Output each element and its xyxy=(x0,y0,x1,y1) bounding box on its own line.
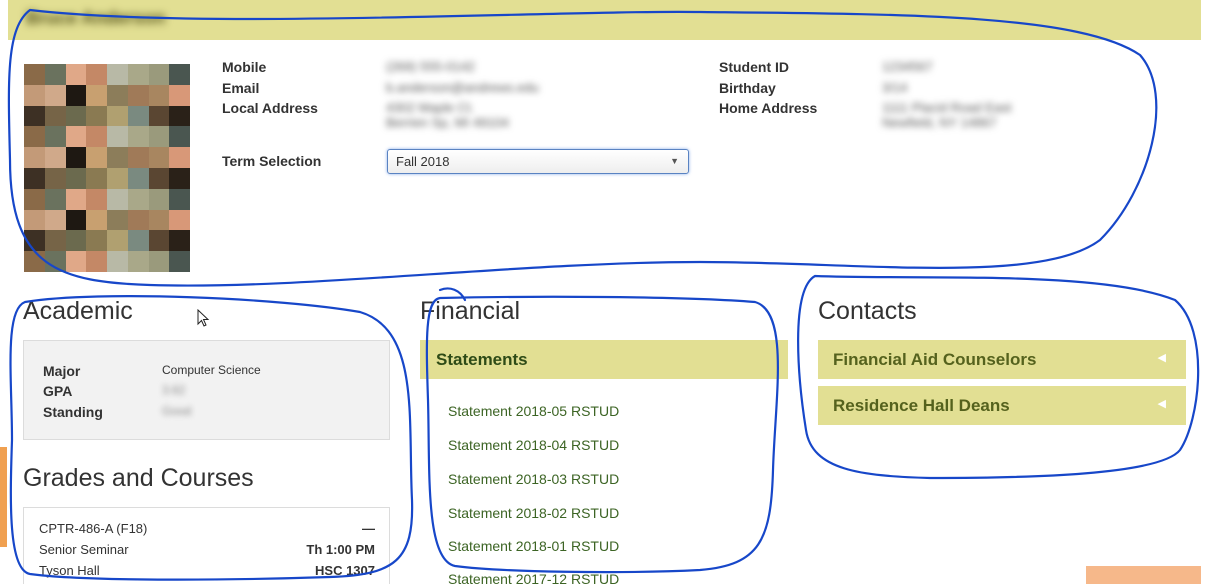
local-address-line2: Berrien Sp, MI 49104 xyxy=(386,115,509,130)
student-id-value: 1234567 xyxy=(882,59,933,74)
term-select-value: Fall 2018 xyxy=(396,154,450,169)
course-code-row: CPTR-486-A (F18) — xyxy=(39,521,375,541)
gpa-label: GPA xyxy=(43,383,73,399)
course-title: Senior Seminar xyxy=(39,542,129,557)
triangle-left-icon: ◀ xyxy=(1157,352,1166,364)
course-location-row: Tyson Hall HSC 1307 xyxy=(39,563,375,583)
course-card[interactable]: CPTR-486-A (F18) — Senior Seminar Th 1:0… xyxy=(23,507,390,584)
course-time: Th 1:00 PM xyxy=(306,542,375,557)
feedback-tab[interactable] xyxy=(0,447,7,547)
course-grade: — xyxy=(362,521,375,536)
academic-summary-card: Major Computer Science GPA 3.62 Standing… xyxy=(23,340,390,440)
course-title-row: Senior Seminar Th 1:00 PM xyxy=(39,542,375,562)
mouse-pointer-icon xyxy=(197,309,210,327)
gpa-value: 3.62 xyxy=(162,383,186,397)
residence-hall-deans-toggle[interactable]: Residence Hall Deans ◀ xyxy=(818,386,1186,425)
major-label: Major xyxy=(43,363,81,379)
standing-label: Standing xyxy=(43,404,103,420)
student-id-label: Student ID xyxy=(719,59,789,75)
statement-link[interactable]: Statement 2017-12 RSTUD xyxy=(448,571,619,584)
contact-group-label: Residence Hall Deans xyxy=(833,396,1010,415)
course-code: CPTR-486-A (F18) xyxy=(39,521,148,536)
contacts-heading: Contacts xyxy=(818,297,917,325)
academic-heading: Academic xyxy=(23,297,133,325)
mobile-label: Mobile xyxy=(222,59,267,75)
floating-action-button[interactable] xyxy=(1086,566,1201,584)
local-address-line1: 4302 Maple Ct. xyxy=(386,100,475,115)
home-address-line2: Newfield, NY 14867 xyxy=(882,115,997,130)
home-address-label: Home Address xyxy=(719,100,818,116)
home-address-line1: 1111 Placid Road East xyxy=(882,100,1012,115)
email-label: Email xyxy=(222,80,260,96)
student-header-bar: Bruce Anderson xyxy=(8,0,1201,40)
course-instructor: Tyson Hall xyxy=(39,563,100,578)
statement-link[interactable]: Statement 2018-05 RSTUD xyxy=(448,403,619,419)
student-name: Bruce Anderson xyxy=(26,8,166,28)
term-select[interactable]: Fall 2018 ▼ xyxy=(387,149,689,174)
course-room: HSC 1307 xyxy=(315,563,375,578)
financial-heading: Financial xyxy=(420,297,521,325)
mobile-value: (269) 555-0142 xyxy=(386,59,475,74)
contact-group-label: Financial Aid Counselors xyxy=(833,350,1037,369)
standing-value: Good xyxy=(162,404,192,418)
email-value[interactable]: b.anderson@andrews.edu xyxy=(386,80,539,95)
major-value: Computer Science xyxy=(162,363,261,377)
triangle-left-icon: ◀ xyxy=(1157,398,1166,410)
grades-heading: Grades and Courses xyxy=(23,464,254,492)
statement-link[interactable]: Statement 2018-04 RSTUD xyxy=(448,437,619,453)
local-address-label: Local Address xyxy=(222,100,318,116)
statement-link[interactable]: Statement 2018-03 RSTUD xyxy=(448,471,619,487)
term-selection-label: Term Selection xyxy=(222,153,322,169)
profile-section: Mobile Email Local Address (269) 555-014… xyxy=(8,40,1201,280)
student-photo xyxy=(24,64,190,272)
birthday-label: Birthday xyxy=(719,80,776,96)
birthday-value: 3/14 xyxy=(882,80,908,95)
statement-link[interactable]: Statement 2018-02 RSTUD xyxy=(448,505,619,521)
ink-loop-financial xyxy=(425,295,779,574)
statement-link[interactable]: Statement 2018-01 RSTUD xyxy=(448,538,619,554)
statements-header[interactable]: Statements xyxy=(420,340,788,379)
financial-aid-counselors-toggle[interactable]: Financial Aid Counselors ◀ xyxy=(818,340,1186,379)
triangle-down-icon: ▼ xyxy=(670,156,679,166)
